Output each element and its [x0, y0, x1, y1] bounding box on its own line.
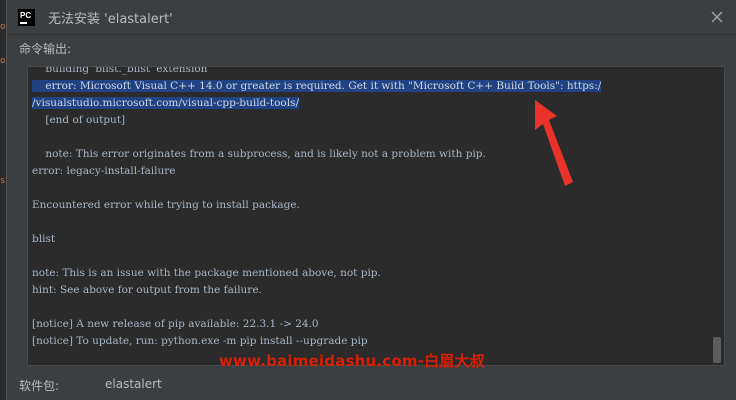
console-line: blist [32, 233, 56, 245]
console-line: note: This is an issue with the package … [32, 267, 381, 279]
console-lines: building 'blist._blist' extension error:… [32, 66, 710, 350]
console-line: [notice] A new release of pip available:… [32, 318, 319, 330]
red-arrow-annotation [535, 100, 573, 186]
console-line: Encountered error while trying to instal… [32, 199, 300, 211]
vertical-scrollbar[interactable] [713, 71, 721, 363]
console-line: building 'blist._blist' extension [32, 66, 208, 75]
pycharm-app-icon: PC [18, 8, 35, 26]
command-output-label: 命令输出: [19, 42, 72, 56]
command-output-console[interactable]: building 'blist._blist' extension error:… [27, 66, 725, 366]
close-icon [711, 11, 723, 23]
install-error-dialog: PC 无法安装 'elastalert' 命令输出: building 'bli… [6, 0, 736, 400]
console-line: [notice] To update, run: python.exe -m p… [32, 335, 368, 347]
watermark-text: www.baimeidashu.com-白眉大叔 [219, 352, 485, 370]
edge-glyph: o [0, 22, 6, 32]
package-value: elastalert [105, 377, 162, 391]
console-line: note: This error originates from a subpr… [32, 148, 486, 160]
scrollbar-thumb[interactable] [713, 337, 721, 363]
console-line: [end of output] [32, 114, 126, 126]
console-line-selected[interactable]: error: Microsoft Visual C++ 14.0 or grea… [32, 78, 710, 95]
package-label: 软件包: [19, 379, 60, 393]
dialog-title: 无法安装 'elastalert' [48, 11, 173, 27]
console-line-selected[interactable]: /visualstudio.microsoft.com/visual-cpp-b… [32, 95, 710, 112]
title-bar[interactable]: PC 无法安装 'elastalert' [7, 0, 736, 35]
close-button[interactable] [707, 7, 727, 27]
edge-glyph: o [0, 56, 6, 66]
console-line: error: legacy-install-failure [32, 165, 176, 177]
edge-glyph: s [0, 176, 6, 186]
console-line: hint: See above for output from the fail… [32, 284, 262, 296]
